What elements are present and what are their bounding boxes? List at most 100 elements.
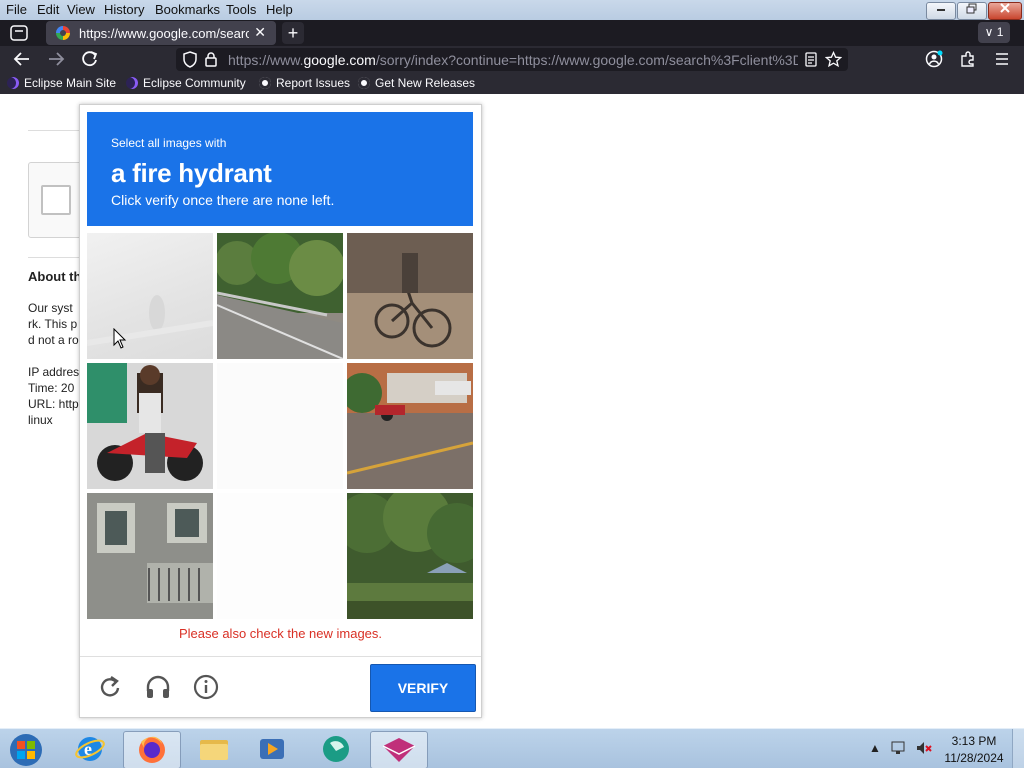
captcha-tile-6[interactable] xyxy=(347,363,473,489)
tile-image xyxy=(87,295,213,346)
tab-google-search[interactable]: https://www.google.com/searcl ✕ xyxy=(46,21,276,45)
github-icon xyxy=(259,77,271,89)
restore-button[interactable] xyxy=(957,2,987,20)
taskbar-file-explorer[interactable] xyxy=(188,731,240,767)
ip-address-text: IP addres xyxy=(28,365,80,379)
account-icon[interactable] xyxy=(925,50,943,68)
page-text-line: rk. This p xyxy=(28,317,78,331)
firefox-icon xyxy=(139,736,165,763)
reader-view-icon[interactable] xyxy=(804,52,818,67)
menu-view[interactable]: View xyxy=(67,2,95,17)
menu-edit[interactable]: Edit xyxy=(37,2,59,17)
windows-logo-icon xyxy=(10,734,42,766)
reload-icon[interactable] xyxy=(81,50,99,68)
eclipse-icon xyxy=(7,77,19,89)
user-agent-text: linux xyxy=(28,413,53,427)
tray-expand-icon[interactable]: ▲ xyxy=(869,741,881,755)
show-desktop-button[interactable] xyxy=(1012,729,1024,768)
verify-button[interactable]: VERIFY xyxy=(370,664,476,712)
captcha-challenge-dialog: Select all images with a fire hydrant Cl… xyxy=(79,104,482,718)
menu-tools[interactable]: Tools xyxy=(226,2,256,17)
captcha-error-message: Please also check the new images. xyxy=(178,626,383,641)
volume-muted-icon[interactable] xyxy=(915,740,933,756)
page-text-line: Our syst xyxy=(28,301,73,315)
taskbar-active-app[interactable] xyxy=(370,731,428,768)
github-icon xyxy=(358,77,370,89)
bookmark-label: Eclipse Community xyxy=(143,76,246,90)
captcha-instruction: Select all images with xyxy=(111,136,227,150)
info-icon[interactable] xyxy=(192,673,220,701)
bookmark-report-issues[interactable]: Report Issues xyxy=(259,76,350,90)
tab-close-button[interactable]: ✕ xyxy=(254,24,266,41)
extensions-icon[interactable] xyxy=(959,50,977,68)
captcha-header: Select all images with a fire hydrant Cl… xyxy=(87,112,473,226)
clock-date[interactable]: 11/28/2024 xyxy=(938,751,1010,765)
url-prefix: https://www. xyxy=(228,52,304,68)
shield-icon[interactable] xyxy=(182,51,198,68)
chevron-down-icon: ∨ xyxy=(984,25,994,39)
app-icon xyxy=(382,738,416,762)
time-text: Time: 20 xyxy=(28,381,75,395)
tile-image xyxy=(347,233,473,359)
captcha-target: a fire hydrant xyxy=(111,158,272,188)
captcha-tile-1[interactable] xyxy=(87,233,213,359)
internet-explorer-icon: e xyxy=(75,737,105,761)
lock-icon[interactable] xyxy=(204,51,218,68)
tile-image xyxy=(347,363,473,489)
media-player-icon xyxy=(260,739,284,759)
hamburger-menu-icon[interactable] xyxy=(994,52,1010,66)
tab-list-button[interactable] xyxy=(8,23,30,43)
menu-help[interactable]: Help xyxy=(266,2,293,17)
folder-icon xyxy=(200,740,228,760)
new-tab-button[interactable]: + xyxy=(282,22,304,44)
bookmark-label: Report Issues xyxy=(276,76,351,90)
taskbar-app[interactable] xyxy=(310,731,362,767)
bookmark-star-icon[interactable] xyxy=(825,51,842,68)
mouse-cursor-icon xyxy=(113,328,127,349)
recaptcha-checkbox[interactable] xyxy=(41,185,71,215)
bookmark-eclipse-main[interactable]: Eclipse Main Site xyxy=(7,76,116,90)
captcha-tile-8[interactable] xyxy=(217,493,343,619)
menu-history[interactable]: History xyxy=(104,2,144,17)
url-text: https://www.google.com/sorry/index?conti… xyxy=(228,52,798,68)
audio-challenge-icon[interactable] xyxy=(144,673,172,701)
restore-icon xyxy=(966,3,977,14)
taskbar-media-player[interactable] xyxy=(246,731,298,767)
captcha-tile-4[interactable] xyxy=(87,363,213,489)
menu-bookmarks[interactable]: Bookmarks xyxy=(155,2,220,17)
url-bar[interactable]: https://www.google.com/sorry/index?conti… xyxy=(176,48,848,71)
captcha-tile-7[interactable] xyxy=(87,493,213,619)
captcha-tile-2[interactable] xyxy=(217,233,343,359)
close-window-button[interactable] xyxy=(988,2,1022,20)
bookmark-get-new-releases[interactable]: Get New Releases xyxy=(358,76,475,90)
list-all-tabs-button[interactable]: ∨ 1 xyxy=(978,22,1010,43)
url-path: /sorry/index?continue=https://www.google… xyxy=(375,52,798,68)
minimize-button[interactable] xyxy=(926,2,956,20)
taskbar-firefox[interactable] xyxy=(123,731,181,768)
page-text-line: d not a ro xyxy=(28,333,79,347)
start-button[interactable] xyxy=(6,732,46,768)
navigation-bar: https://www.google.com/sorry/index?conti… xyxy=(0,46,1024,73)
forward-icon[interactable] xyxy=(47,51,65,67)
tab-list-icon xyxy=(10,25,28,41)
close-icon xyxy=(1000,3,1010,13)
captcha-tile-3[interactable] xyxy=(347,233,473,359)
bookmark-label: Eclipse Main Site xyxy=(24,76,117,90)
google-icon xyxy=(56,26,70,40)
eclipse-icon xyxy=(126,77,138,89)
captcha-tile-5[interactable] xyxy=(217,363,343,489)
taskbar-internet-explorer[interactable]: e xyxy=(64,731,116,767)
captcha-tile-9[interactable] xyxy=(347,493,473,619)
tile-image xyxy=(217,233,343,359)
reload-challenge-icon[interactable] xyxy=(96,673,124,701)
network-icon[interactable] xyxy=(890,740,908,756)
menu-file[interactable]: File xyxy=(6,2,27,17)
back-icon[interactable] xyxy=(13,51,31,67)
menu-bar: File Edit View History Bookmarks Tools H… xyxy=(0,0,1024,20)
captcha-subinstruction: Click verify once there are none left. xyxy=(111,192,335,208)
bookmarks-toolbar: Eclipse Main Site Eclipse Community Repo… xyxy=(0,73,1024,94)
minimize-icon xyxy=(937,9,945,11)
clock-time[interactable]: 3:13 PM xyxy=(944,734,1004,748)
divider xyxy=(80,656,481,657)
bookmark-eclipse-community[interactable]: Eclipse Community xyxy=(126,76,246,90)
